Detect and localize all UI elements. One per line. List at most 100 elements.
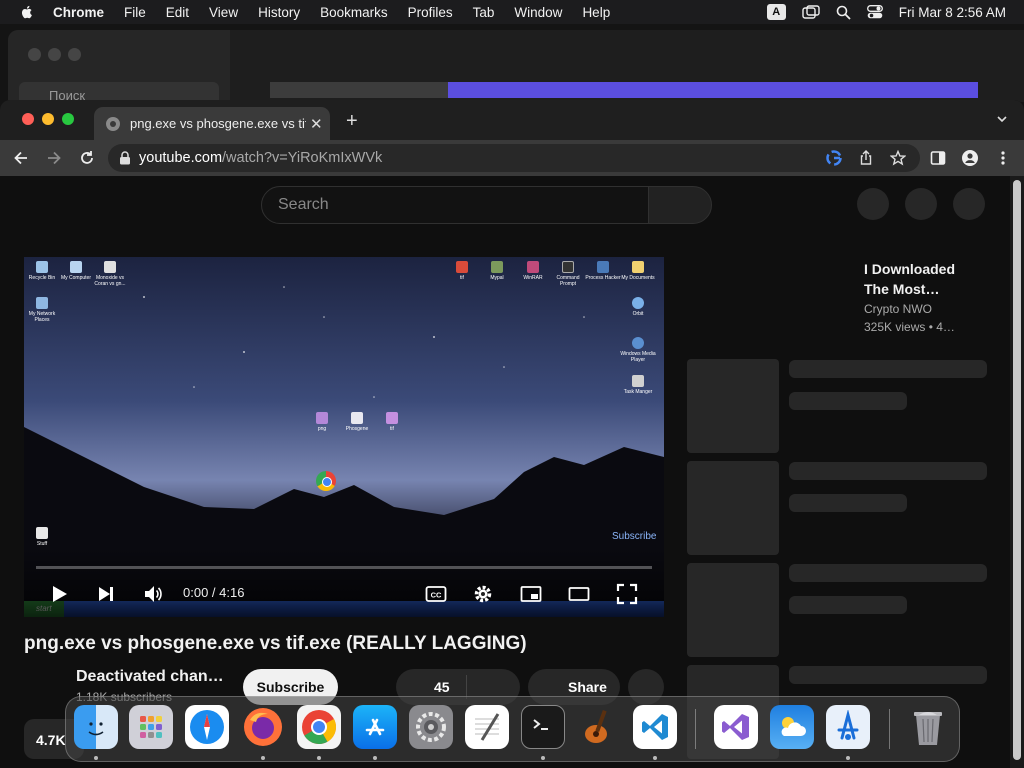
recommendation-skeleton-line bbox=[789, 666, 987, 684]
video-title: png.exe vs phosgene.exe vs tif.exe (REAL… bbox=[24, 633, 527, 654]
weather-icon[interactable] bbox=[770, 705, 814, 749]
desktop-icon: WinRAR bbox=[515, 261, 551, 281]
menu-file[interactable]: File bbox=[124, 5, 146, 20]
youtube-search-input[interactable]: Search bbox=[261, 186, 649, 224]
trash-icon[interactable] bbox=[906, 705, 950, 749]
url-path: /watch?v=YiRoKmIxWVk bbox=[222, 150, 383, 166]
recommended-video-channel[interactable]: Crypto NWO bbox=[864, 302, 932, 316]
recommendation-skeleton-line bbox=[789, 392, 907, 410]
dock-separator bbox=[695, 709, 696, 749]
side-panel-icon[interactable] bbox=[930, 150, 946, 166]
youtube-avatar-placeholder[interactable] bbox=[953, 188, 985, 220]
system-settings-icon[interactable] bbox=[409, 705, 453, 749]
theater-mode-icon[interactable] bbox=[568, 583, 590, 605]
window-zoom-button[interactable] bbox=[62, 113, 74, 125]
menu-bookmarks[interactable]: Bookmarks bbox=[320, 5, 388, 20]
background-search-field[interactable]: Поиск bbox=[19, 82, 219, 102]
window-close-button[interactable] bbox=[22, 113, 34, 125]
next-video-icon[interactable] bbox=[95, 583, 117, 605]
window-switcher-icon[interactable] bbox=[802, 5, 820, 19]
google-lens-icon[interactable] bbox=[826, 150, 842, 166]
dock-separator bbox=[889, 709, 890, 749]
menu-profiles[interactable]: Profiles bbox=[408, 5, 453, 20]
video-player[interactable]: Recycle Bin My Computer Monoxide vs Cora… bbox=[24, 257, 664, 617]
url-text[interactable]: youtube.com/watch?v=YiRoKmIxWVk bbox=[139, 150, 382, 166]
volume-icon[interactable] bbox=[142, 583, 164, 605]
vscode-icon[interactable] bbox=[633, 705, 677, 749]
terminal-icon[interactable] bbox=[521, 705, 565, 749]
window-zoom-button-inactive[interactable] bbox=[68, 48, 81, 61]
input-source-indicator[interactable]: A bbox=[766, 4, 786, 20]
menu-app-chrome[interactable]: Chrome bbox=[53, 5, 104, 20]
lock-icon[interactable] bbox=[119, 151, 131, 165]
play-icon[interactable] bbox=[48, 583, 70, 605]
recommendation-skeleton-line bbox=[789, 360, 987, 378]
background-bar-grey bbox=[270, 82, 448, 98]
like-count[interactable]: 45 bbox=[434, 679, 450, 695]
chrome-icon[interactable] bbox=[297, 705, 341, 749]
tab-search-chevron-icon[interactable] bbox=[996, 113, 1008, 125]
bookmark-star-icon[interactable] bbox=[890, 150, 906, 166]
desktop-icon: Monoxide vs Coran vs gn... bbox=[92, 261, 128, 287]
launchpad-icon[interactable] bbox=[129, 705, 173, 749]
youtube-page: Search Recycle Bin My Computer Monoxide … bbox=[0, 176, 1010, 768]
tab-youtube-video[interactable]: png.exe vs phosgene.exe vs tif.exe (REAL… bbox=[94, 107, 330, 140]
channel-name[interactable]: Deactivated chan… bbox=[76, 668, 224, 686]
youtube-header-icon-placeholder[interactable] bbox=[857, 188, 889, 220]
apple-icon[interactable] bbox=[19, 4, 35, 20]
new-tab-button[interactable]: + bbox=[346, 110, 358, 133]
captions-icon[interactable]: CC bbox=[425, 583, 447, 605]
chrome-window: png.exe vs phosgene.exe vs tif.exe (REAL… bbox=[0, 100, 1024, 768]
address-bar[interactable]: youtube.com/watch?v=YiRoKmIxWVk bbox=[108, 144, 920, 172]
player-controls-gradient bbox=[24, 547, 664, 617]
finder-icon[interactable] bbox=[74, 705, 118, 749]
video-progress-bar[interactable] bbox=[36, 566, 652, 569]
window-close-button-inactive[interactable] bbox=[28, 48, 41, 61]
garageband-icon[interactable] bbox=[577, 705, 621, 749]
share-page-icon[interactable] bbox=[858, 150, 874, 166]
textedit-icon[interactable] bbox=[465, 705, 509, 749]
desktop-icon: tif bbox=[374, 412, 410, 432]
control-center-icon[interactable] bbox=[866, 5, 883, 19]
recommendation-skeleton-line bbox=[789, 462, 987, 480]
youtube-header-icon-placeholder[interactable] bbox=[905, 188, 937, 220]
page-scrollbar[interactable] bbox=[1010, 176, 1024, 768]
menu-view[interactable]: View bbox=[209, 5, 238, 20]
spotlight-search-icon[interactable] bbox=[836, 5, 851, 20]
youtube-search-button[interactable] bbox=[648, 186, 712, 224]
video-time-display: 0:00 / 4:16 bbox=[183, 585, 245, 600]
firefox-icon[interactable] bbox=[241, 705, 285, 749]
desktop-icon: tif bbox=[444, 261, 480, 281]
menu-edit[interactable]: Edit bbox=[166, 5, 189, 20]
settings-gear-icon[interactable] bbox=[472, 583, 494, 605]
video-watermark-subscribe[interactable]: Subscribe bbox=[612, 531, 656, 542]
miniplayer-icon[interactable] bbox=[520, 583, 542, 605]
window-minimize-button-inactive[interactable] bbox=[48, 48, 61, 61]
back-arrow-icon[interactable] bbox=[12, 149, 30, 167]
tab-close-icon[interactable]: ✕ bbox=[310, 115, 323, 133]
window-minimize-button[interactable] bbox=[42, 113, 54, 125]
safari-icon[interactable] bbox=[185, 705, 229, 749]
desktop-icon: My Computer bbox=[58, 261, 94, 281]
recommended-video-title[interactable]: I Downloaded The Most… bbox=[864, 259, 974, 299]
menu-window[interactable]: Window bbox=[514, 5, 562, 20]
dock-running-indicator bbox=[317, 756, 321, 760]
visual-studio-icon[interactable] bbox=[714, 705, 758, 749]
chrome-menu-kebab-icon[interactable] bbox=[995, 150, 1011, 166]
dock-running-indicator bbox=[94, 756, 98, 760]
recommendation-skeleton-line bbox=[789, 564, 987, 582]
scrollbar-thumb[interactable] bbox=[1013, 180, 1021, 760]
menu-tab[interactable]: Tab bbox=[473, 5, 495, 20]
forward-arrow-icon[interactable] bbox=[45, 149, 63, 167]
app-store-icon[interactable] bbox=[353, 705, 397, 749]
desktop-icon: Phosgene bbox=[339, 412, 375, 432]
tab-favicon-icon bbox=[106, 116, 120, 131]
background-window[interactable]: Поиск bbox=[8, 30, 1024, 102]
instruments-icon[interactable] bbox=[826, 705, 870, 749]
menu-history[interactable]: History bbox=[258, 5, 300, 20]
fullscreen-icon[interactable] bbox=[616, 583, 638, 605]
menu-help[interactable]: Help bbox=[582, 5, 610, 20]
reload-icon[interactable] bbox=[78, 149, 96, 167]
menubar-clock[interactable]: Fri Mar 8 2:56 AM bbox=[899, 5, 1006, 20]
profile-avatar-icon[interactable] bbox=[962, 150, 978, 166]
